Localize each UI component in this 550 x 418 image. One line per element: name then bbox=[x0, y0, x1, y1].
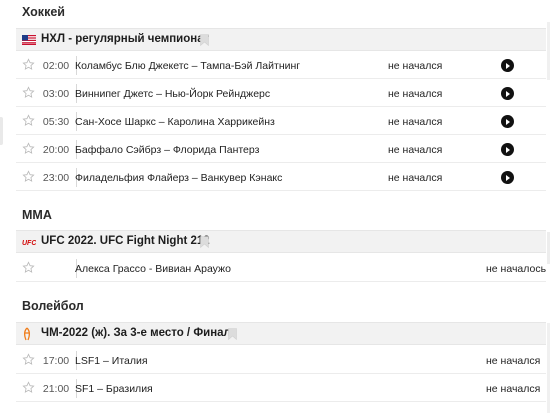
play-video-icon[interactable] bbox=[501, 143, 514, 156]
match-teams[interactable]: Баффало Сэйбрз – Флорида Пантерз bbox=[75, 144, 259, 156]
match-status: не началось bbox=[486, 263, 547, 275]
bookmark-icon[interactable] bbox=[200, 34, 209, 46]
bookmark-icon[interactable] bbox=[228, 328, 237, 340]
favorite-star-icon[interactable] bbox=[22, 86, 35, 99]
league-name: НХЛ - регулярный чемпионат bbox=[41, 33, 210, 45]
match-time: 23:00 bbox=[42, 172, 70, 184]
favorite-star-icon[interactable] bbox=[22, 353, 35, 366]
match-row[interactable]: 03:00 Виннипег Джетс – Нью-Йорк Рейнджер… bbox=[16, 81, 546, 107]
match-teams[interactable]: Коламбус Блю Джекетс – Тампа-Бэй Лайтнин… bbox=[75, 60, 300, 72]
match-time: 20:00 bbox=[42, 144, 70, 156]
match-row[interactable]: Алекса Грассо - Вивиан Араужо не началос… bbox=[16, 256, 546, 282]
match-time: 03:00 bbox=[42, 88, 70, 100]
match-status: не начался bbox=[388, 172, 443, 184]
match-row[interactable]: 02:00 Коламбус Блю Джекетс – Тампа-Бэй Л… bbox=[16, 53, 546, 79]
favorite-star-icon[interactable] bbox=[22, 58, 35, 71]
match-teams[interactable]: Сан-Хосе Шаркс – Каролина Харрикейнз bbox=[75, 116, 275, 128]
match-time: 21:00 bbox=[42, 383, 70, 395]
svg-text:UFC: UFC bbox=[22, 240, 36, 247]
match-status: не начался bbox=[486, 355, 541, 367]
match-time: 02:00 bbox=[42, 60, 70, 72]
match-time: 17:00 bbox=[42, 355, 70, 367]
favorite-star-icon[interactable] bbox=[22, 261, 35, 274]
favorite-star-icon[interactable] bbox=[22, 142, 35, 155]
league-header-nhl[interactable]: НХЛ - регулярный чемпионат bbox=[16, 28, 546, 51]
match-row[interactable]: 05:30 Сан-Хосе Шаркс – Каролина Харрикей… bbox=[16, 109, 546, 135]
favorite-star-icon[interactable] bbox=[22, 170, 35, 183]
league-header-volleyball[interactable]: ЧМ-2022 (ж). За 3-е место / Финал bbox=[16, 322, 546, 345]
match-teams[interactable]: LSF1 – Италия bbox=[75, 355, 148, 367]
match-teams[interactable]: Алекса Грассо - Вивиан Араужо bbox=[75, 263, 231, 275]
match-status: не начался bbox=[388, 116, 443, 128]
sport-title-mma: ММА bbox=[22, 208, 52, 222]
match-row[interactable]: 20:00 Баффало Сэйбрз – Флорида Пантерз н… bbox=[16, 137, 546, 163]
match-teams[interactable]: Филадельфия Флайерз – Ванкувер Кэнакс bbox=[75, 172, 282, 184]
match-teams[interactable]: Виннипег Джетс – Нью-Йорк Рейнджерс bbox=[75, 88, 270, 100]
play-video-icon[interactable] bbox=[501, 171, 514, 184]
match-row[interactable]: 23:00 Филадельфия Флайерз – Ванкувер Кэн… bbox=[16, 165, 546, 191]
league-name: UFC 2022. UFC Fight Night 212 bbox=[41, 235, 210, 247]
match-status: не начался bbox=[388, 60, 443, 72]
play-video-icon[interactable] bbox=[501, 59, 514, 72]
match-status: не начался bbox=[388, 144, 443, 156]
league-header-ufc[interactable]: UFC UFC 2022. UFC Fight Night 212 bbox=[16, 230, 546, 253]
match-row[interactable]: 21:00 SF1 – Бразилия не начался bbox=[16, 376, 546, 402]
volleyball-championship-icon bbox=[23, 327, 31, 341]
ufc-logo-icon: UFC bbox=[22, 240, 36, 247]
sport-title-hockey: Хоккей bbox=[22, 5, 65, 19]
us-flag-icon bbox=[22, 35, 36, 45]
match-status: не начался bbox=[486, 383, 541, 395]
league-name: ЧМ-2022 (ж). За 3-е место / Финал bbox=[41, 327, 231, 339]
favorite-star-icon[interactable] bbox=[22, 381, 35, 394]
match-time: 05:30 bbox=[42, 116, 70, 128]
play-video-icon[interactable] bbox=[501, 87, 514, 100]
sport-title-volleyball: Волейбол bbox=[22, 299, 84, 313]
match-row[interactable]: 17:00 LSF1 – Италия не начался bbox=[16, 348, 546, 374]
play-video-icon[interactable] bbox=[501, 115, 514, 128]
bookmark-icon[interactable] bbox=[200, 236, 209, 248]
match-teams[interactable]: SF1 – Бразилия bbox=[75, 383, 153, 395]
match-status: не начался bbox=[388, 88, 443, 100]
left-edge-handle bbox=[0, 117, 3, 145]
favorite-star-icon[interactable] bbox=[22, 114, 35, 127]
